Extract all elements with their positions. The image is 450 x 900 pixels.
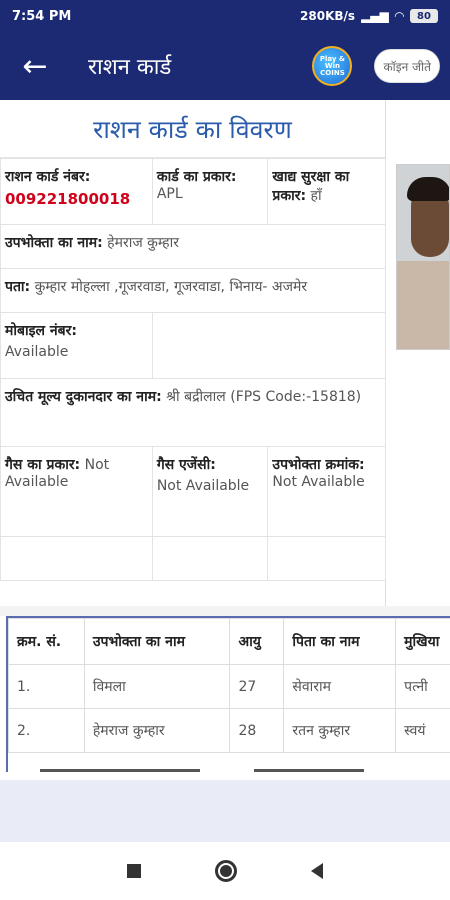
header-consumer-name: उपभोक्ता का नाम	[83, 618, 231, 665]
gas-type-cell: गैस का प्रकार: Not Available	[0, 446, 153, 537]
blank-cell	[267, 536, 386, 581]
content-area: राशन कार्ड का विवरण राशन कार्ड नंबर: 009…	[0, 100, 450, 780]
address-value: कुम्हार मोहल्ला ,गूजरवाडा, गूजरवाडा, भिन…	[34, 279, 308, 295]
card-type-cell: कार्ड का प्रकार: APL	[151, 158, 269, 225]
back-arrow-icon[interactable]: ←	[0, 32, 70, 100]
cell-serial: 2.	[8, 708, 85, 753]
coins-badge-icon[interactable]: Play & Win COINS	[312, 46, 353, 86]
consumer-photo	[396, 164, 450, 350]
card-number-cell: राशन कार्ड नंबर: 009221800018	[0, 158, 153, 225]
fps-label: उचित मूल्य दुकानदार का नाम:	[5, 389, 162, 405]
horizontal-scrollbar[interactable]	[254, 769, 364, 772]
header-father-name: पिता का नाम	[283, 618, 397, 665]
consumer-name-label: उपभोक्ता का नाम:	[5, 235, 103, 251]
consumer-no-value: Not Available	[272, 474, 365, 490]
status-icons: 280KB/s ▂▄▆ ◠ 80	[300, 9, 438, 23]
cell-relation: स्वयं	[395, 708, 450, 753]
gas-type-label: गैस का प्रकार:	[5, 457, 81, 473]
members-table: क्रम. सं. उपभोक्ता का नाम आयु पिता का ना…	[8, 618, 450, 753]
fps-value: श्री बद्रीलाल (FPS Code:-15818)	[166, 389, 362, 405]
address-cell: पता: कुम्हार मोहल्ला ,गूजरवाडा, गूजरवाडा…	[0, 268, 386, 313]
cell-serial: 1.	[8, 664, 85, 709]
wifi-icon: ◠	[394, 9, 404, 23]
status-bar: 7:54 PM 280KB/s ▂▄▆ ◠ 80	[0, 0, 450, 32]
system-nav-bar	[0, 842, 450, 900]
blank-cell	[151, 536, 269, 581]
table-header-row: क्रम. सं. उपभोक्ता का नाम आयु पिता का ना…	[8, 618, 450, 665]
battery-icon: 80	[410, 9, 438, 23]
bottom-banner-area	[0, 780, 450, 842]
card-number-value: 009221800018	[5, 190, 131, 208]
food-security-cell: खाद्य सुरक्षा का प्रकार: हाँ	[267, 158, 386, 225]
table-row: 1. विमला 27 सेवाराम पत्नी	[8, 664, 450, 709]
blank-cell	[0, 536, 153, 581]
consumer-no-cell: उपभोक्ता क्रमांक: Not Available	[267, 446, 386, 537]
fps-cell: उचित मूल्य दुकानदार का नाम: श्री बद्रीला…	[0, 378, 386, 447]
cell-father-name: सेवाराम	[283, 664, 397, 709]
header-serial: क्रम. सं.	[8, 618, 85, 665]
members-table-container[interactable]: क्रम. सं. उपभोक्ता का नाम आयु पिता का ना…	[6, 616, 450, 772]
consumer-no-label: उपभोक्ता क्रमांक:	[272, 457, 365, 473]
mobile-cell: मोबाइल नंबर: Available	[0, 312, 153, 379]
recents-icon[interactable]	[127, 864, 141, 878]
cell-age: 27	[229, 664, 285, 709]
status-time: 7:54 PM	[12, 8, 72, 24]
header-age: आयु	[229, 618, 285, 665]
cell-relation: पत्नी	[395, 664, 450, 709]
section-divider	[0, 606, 450, 616]
gas-agency-value: Not Available	[156, 478, 250, 494]
header-head: मुखिया	[395, 618, 450, 665]
cell-father-name: रतन कुम्हार	[283, 708, 397, 753]
home-icon[interactable]	[215, 860, 237, 882]
signal-icon: ▂▄▆	[361, 9, 389, 23]
win-coin-button[interactable]: कॉइन जीते	[374, 49, 440, 83]
consumer-name-value: हेमराज कुम्हार	[107, 235, 179, 251]
card-info-table: राशन कार्ड नंबर: 009221800018 कार्ड का प…	[0, 158, 387, 581]
address-label: पता:	[5, 279, 31, 295]
gas-agency-cell: गैस एजेंसी: Not Available	[151, 446, 269, 537]
back-icon[interactable]	[311, 863, 323, 879]
mobile-label: मोबाइल नंबर:	[5, 323, 77, 339]
gas-agency-label: गैस एजेंसी:	[156, 457, 216, 473]
card-type-value: APL	[156, 186, 183, 202]
horizontal-scrollbar[interactable]	[40, 769, 200, 772]
empty-cell	[151, 312, 387, 379]
food-security-value: हाँ	[310, 188, 322, 204]
mobile-value: Available	[5, 344, 69, 360]
consumer-name-cell: उपभोक्ता का नाम: हेमराज कुम्हार	[0, 224, 386, 269]
table-row: 2. हेमराज कुम्हार 28 रतन कुम्हार स्वयं	[8, 708, 450, 753]
network-speed: 280KB/s	[300, 9, 356, 23]
card-number-label: राशन कार्ड नंबर:	[5, 169, 91, 185]
card-type-label: कार्ड का प्रकार:	[156, 169, 237, 185]
cell-consumer-name: विमला	[83, 664, 231, 709]
cell-consumer-name: हेमराज कुम्हार	[83, 708, 231, 753]
cell-age: 28	[229, 708, 285, 753]
app-bar: ← राशन कार्ड Play & Win COINS कॉइन जीते	[0, 32, 450, 100]
app-title: राशन कार्ड	[88, 55, 172, 80]
card-heading: राशन कार्ड का विवरण	[0, 100, 385, 158]
